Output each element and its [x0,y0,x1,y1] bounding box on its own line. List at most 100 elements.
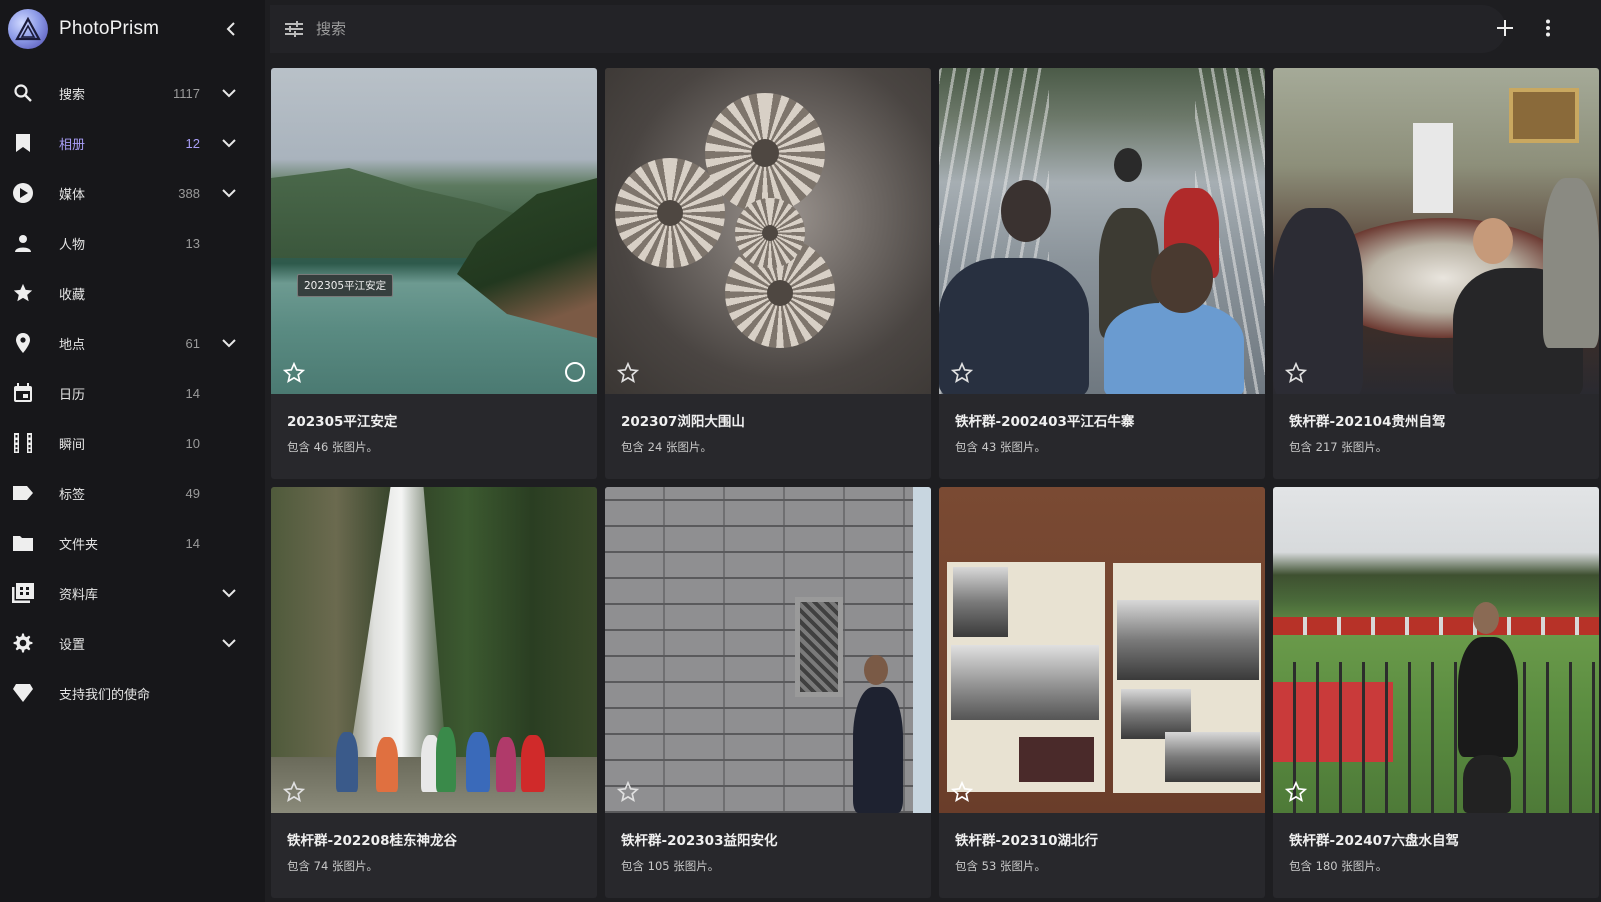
sidebar-item-albums[interactable]: 相册 12 [0,118,265,168]
sidebar-item-favorites[interactable]: 收藏 [0,268,265,318]
place-icon [11,331,35,355]
person-icon [11,231,35,255]
album-tooltip: 202305平江安定 [297,274,394,297]
sidebar-item-label: 日历 [59,387,86,403]
sidebar-item-moments[interactable]: 瞬间 10 [0,418,265,468]
sidebar-item-folders[interactable]: 文件夹 14 [0,518,265,568]
sidebar-item-search[interactable]: 搜索 1117 [0,68,265,118]
chevron-down-icon[interactable] [217,81,241,105]
sidebar-item-support[interactable]: 支持我们的使命 [0,668,265,718]
album-card[interactable]: 铁杆群-202104贵州自驾 包含 217 张图片。 [1273,68,1599,479]
app-name: PhotoPrism [59,18,160,39]
star-outline-icon[interactable] [283,362,305,384]
search-icon [11,81,35,105]
calendar-icon [11,381,35,405]
sidebar-item-label: 媒体 [59,187,86,203]
sidebar-item-places[interactable]: 地点 61 [0,318,265,368]
album-thumbnail[interactable] [939,487,1265,813]
chevron-down-icon[interactable] [217,131,241,155]
album-photo-count: 包含 74 张图片。 [287,859,378,873]
album-photo-count: 包含 53 张图片。 [955,859,1046,873]
chevron-down-icon[interactable] [217,631,241,655]
album-title[interactable]: 铁杆群-202310湖北行 [955,829,1098,849]
folder-icon [11,531,35,555]
add-album-button[interactable] [1493,16,1517,40]
search-toolbar [270,5,1506,53]
photoprism-logo-icon [8,9,48,49]
star-outline-icon[interactable] [617,362,639,384]
sidebar-item-calendar[interactable]: 日历 14 [0,368,265,418]
sidebar-item-media[interactable]: 媒体 388 [0,168,265,218]
star-outline-icon[interactable] [617,781,639,803]
album-photo-count: 包含 105 张图片。 [621,859,720,873]
album-thumbnail[interactable] [939,68,1265,394]
album-title[interactable]: 202307浏阳大围山 [621,410,745,430]
album-photo-count: 包含 217 张图片。 [1289,440,1388,454]
album-card[interactable]: 铁杆群-2002403平江石牛寨 包含 43 张图片。 [939,68,1265,479]
more-menu-button[interactable] [1536,16,1560,40]
search-input[interactable] [316,20,1416,38]
sidebar-item-count: 10 [185,435,200,451]
sidebar-item-label: 资料库 [59,587,99,603]
sidebar-item-library[interactable]: 资料库 [0,568,265,618]
star-outline-icon[interactable] [951,781,973,803]
album-title[interactable]: 铁杆群-202208桂东神龙谷 [287,829,457,849]
album-grid: 202305平江安定 202305平江安定 包含 46 张图片。 202307浏… [271,68,1599,898]
album-thumbnail[interactable] [605,487,931,813]
album-photo-count: 包含 43 张图片。 [955,440,1046,454]
album-photo-count: 包含 24 张图片。 [621,440,712,454]
more-vert-icon [1546,19,1550,37]
album-thumbnail[interactable] [271,487,597,813]
album-title[interactable]: 铁杆群-2002403平江石牛寨 [955,410,1134,430]
sidebar: PhotoPrism 搜索 1117 相册 12 媒体 388 人物 13 收藏… [0,0,265,902]
sidebar-item-label: 设置 [59,637,86,653]
album-title[interactable]: 铁杆群-202303益阳安化 [621,829,777,849]
sidebar-item-count: 14 [185,385,200,401]
album-card[interactable]: 铁杆群-202303益阳安化 包含 105 张图片。 [605,487,931,898]
sidebar-item-label: 搜索 [59,87,86,103]
star-outline-icon[interactable] [951,362,973,384]
sidebar-item-people[interactable]: 人物 13 [0,218,265,268]
sidebar-item-settings[interactable]: 设置 [0,618,265,668]
sidebar-item-label: 相册 [59,137,86,153]
sidebar-item-label: 人物 [59,237,86,253]
album-card[interactable]: 202305平江安定 202305平江安定 包含 46 张图片。 [271,68,597,479]
main-content: 202305平江安定 202305平江安定 包含 46 张图片。 202307浏… [265,0,1601,902]
album-thumbnail[interactable]: 202305平江安定 [271,68,597,394]
album-card[interactable]: 铁杆群-202407六盘水自驾 包含 180 张图片。 [1273,487,1599,898]
sidebar-item-label: 标签 [59,487,86,503]
collapse-sidebar-button[interactable] [219,17,243,41]
sidebar-item-labels[interactable]: 标签 49 [0,468,265,518]
plus-icon [1497,20,1513,36]
album-title[interactable]: 202305平江安定 [287,410,397,430]
album-card[interactable]: 铁杆群-202208桂东神龙谷 包含 74 张图片。 [271,487,597,898]
sidebar-item-count: 14 [185,535,200,551]
album-title[interactable]: 铁杆群-202407六盘水自驾 [1289,829,1459,849]
album-card[interactable]: 202307浏阳大围山 包含 24 张图片。 [605,68,931,479]
chevron-left-icon [226,22,235,36]
label-icon [11,481,35,505]
chevron-down-icon[interactable] [217,581,241,605]
chevron-down-icon[interactable] [217,181,241,205]
sidebar-item-label: 文件夹 [59,537,99,553]
sidebar-item-label: 收藏 [59,287,86,303]
album-thumbnail[interactable] [1273,68,1599,394]
album-thumbnail[interactable] [1273,487,1599,813]
star-outline-icon[interactable] [1285,781,1307,803]
library-icon [11,581,35,605]
album-photo-count: 包含 180 张图片。 [1289,859,1388,873]
star-outline-icon[interactable] [283,781,305,803]
star-icon [11,281,35,305]
chevron-down-icon[interactable] [217,331,241,355]
sidebar-nav: 搜索 1117 相册 12 媒体 388 人物 13 收藏 地点 61 日历 1… [0,68,265,718]
filter-tune-icon[interactable] [282,17,306,41]
album-thumbnail[interactable] [605,68,931,394]
album-title[interactable]: 铁杆群-202104贵州自驾 [1289,410,1445,430]
sidebar-item-count: 388 [178,185,200,201]
album-card[interactable]: 铁杆群-202310湖北行 包含 53 张图片。 [939,487,1265,898]
star-outline-icon[interactable] [1285,362,1307,384]
diamond-icon [11,681,35,705]
play-circle-icon [11,181,35,205]
select-checkbox[interactable] [565,362,585,382]
sidebar-item-count: 13 [185,235,200,251]
